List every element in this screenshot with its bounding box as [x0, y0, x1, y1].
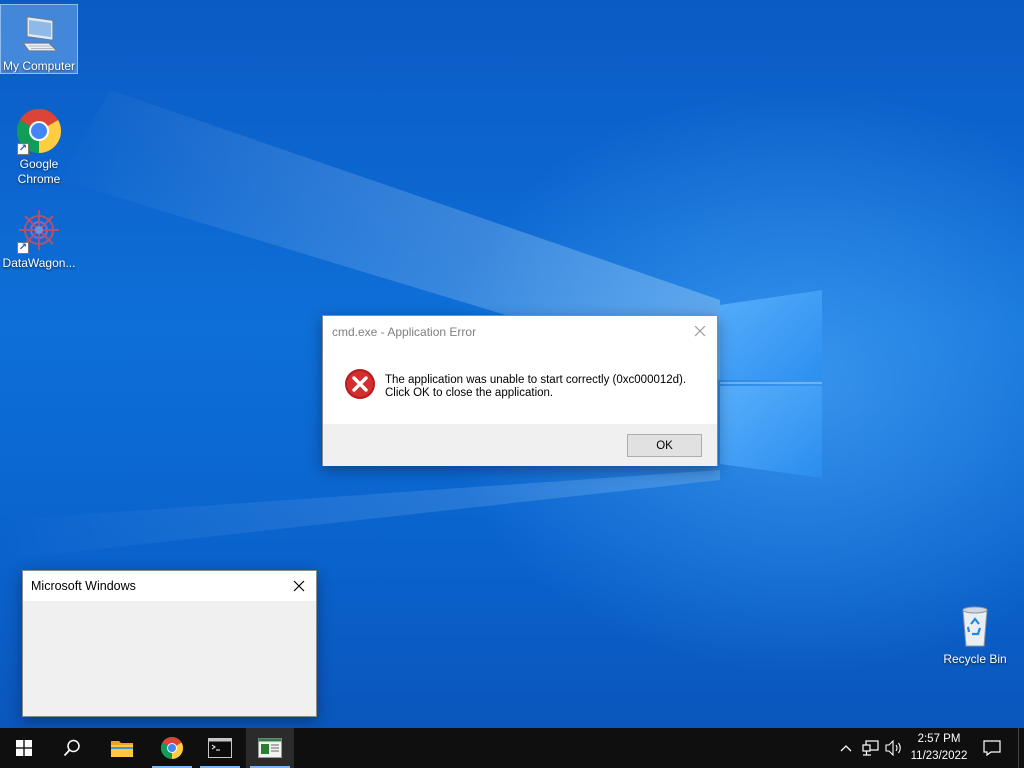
network-button[interactable] [861, 738, 881, 758]
taskbar: 2:57 PM 11/23/2022 [0, 728, 1024, 768]
action-center-button[interactable] [982, 738, 1002, 758]
desktop-icon-datawagon[interactable]: ↗ DataWagon... [1, 202, 77, 271]
error-message-line: Click OK to close the application. [385, 387, 554, 399]
close-button[interactable] [284, 573, 314, 599]
desktop-icon-recycle-bin[interactable]: Recycle Bin [937, 598, 1013, 667]
shortcut-arrow-icon: ↗ [17, 143, 29, 155]
ok-button[interactable]: OK [627, 434, 702, 457]
notification-icon [983, 740, 1001, 756]
desktop-icon-label: Google [19, 157, 59, 171]
close-button[interactable] [685, 318, 715, 344]
show-hidden-icons-button[interactable] [836, 738, 856, 758]
application-error-dialog[interactable]: cmd.exe - Application Error The applicat… [322, 315, 718, 466]
error-message: The application was unable to start corr… [385, 374, 686, 400]
clock-time: 2:57 PM [917, 733, 961, 745]
desktop-icon-label: My Computer [2, 59, 76, 73]
desktop-icon-google-chrome[interactable]: ↗ Google Chrome [1, 103, 77, 187]
close-icon [293, 580, 305, 592]
desktop[interactable]: My Computer ↗ Google Chrome ↗ DataWagon.… [0, 0, 1024, 728]
cmd-icon [208, 738, 232, 758]
chevron-up-icon [840, 745, 852, 752]
dialog-titlebar: Microsoft Windows [23, 571, 316, 601]
recycle-bin-icon [951, 602, 999, 650]
start-icon [16, 740, 32, 756]
taskbar-app-window[interactable] [246, 728, 294, 768]
clock-date: 11/23/2022 [910, 750, 968, 762]
search-icon [63, 739, 80, 757]
dialog-footer: OK [323, 424, 717, 466]
taskbar-command-prompt[interactable] [196, 728, 244, 768]
shortcut-arrow-icon: ↗ [17, 242, 29, 254]
taskbar-google-chrome[interactable] [148, 728, 196, 768]
volume-icon [885, 740, 901, 756]
dialog-title: cmd.exe - Application Error [332, 325, 477, 339]
datawagon-icon: ↗ [15, 206, 63, 254]
error-icon [344, 368, 376, 400]
microsoft-windows-dialog[interactable]: Microsoft Windows [22, 570, 317, 717]
error-message-line: The application was unable to start corr… [385, 374, 687, 386]
taskbar-file-explorer[interactable] [98, 728, 146, 768]
desktop-icon-my-computer[interactable]: My Computer [0, 4, 78, 74]
app-window-icon [258, 738, 282, 758]
dialog-body: The application was unable to start corr… [323, 350, 717, 424]
show-desktop-button[interactable] [1018, 728, 1024, 768]
start-button[interactable] [0, 728, 48, 768]
taskbar-clock[interactable]: 2:57 PM 11/23/2022 [904, 731, 974, 765]
chrome-icon: ↗ [15, 107, 63, 155]
dialog-title: Microsoft Windows [31, 579, 136, 593]
search-button[interactable] [48, 728, 96, 768]
volume-button[interactable] [884, 738, 904, 758]
desktop-icon-label: DataWagon... [2, 256, 76, 270]
desktop-icon-label: Recycle Bin [943, 652, 1007, 666]
network-icon [862, 740, 879, 756]
chrome-icon [161, 737, 183, 759]
desktop-icon-label: Chrome [17, 172, 61, 186]
computer-icon [15, 9, 63, 57]
file-explorer-icon [111, 741, 133, 757]
close-icon [694, 325, 706, 337]
